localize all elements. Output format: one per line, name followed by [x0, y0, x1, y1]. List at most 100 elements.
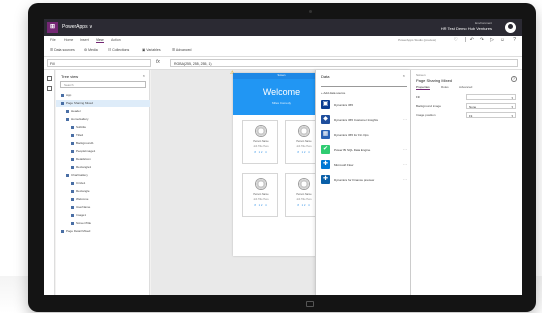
person-card[interactable]: Person Name Job Title Here 8 12 4 — [242, 173, 278, 217]
tree-item[interactable]: Page Detail Mixed — [56, 228, 150, 235]
close-icon[interactable]: × — [143, 73, 145, 78]
studio-label: PowerApps Studio (preview) — [398, 38, 436, 42]
property-label: Fill — [416, 95, 420, 99]
health-icon[interactable]: ♡ — [454, 37, 458, 43]
tree-item[interactable]: Subtitle — [56, 124, 150, 131]
ribbon-variables[interactable]: ▣ Variables — [142, 48, 161, 52]
person-photo — [298, 125, 310, 137]
connector-icon: ✚ — [321, 175, 330, 184]
undo-icon[interactable]: ↶ — [470, 37, 474, 43]
ribbon-advanced[interactable]: ☰ Advanced — [172, 48, 191, 52]
data-source-item[interactable]: ◆ Dynamics 365 Customer Insights … — [321, 114, 409, 126]
tab-advanced[interactable]: Advanced — [459, 85, 472, 89]
add-data-source-button[interactable]: + Add data source — [321, 91, 345, 95]
tree-item-label: Header — [71, 109, 81, 113]
control-icon — [71, 125, 74, 129]
app-launcher-icon[interactable]: ⊞ — [47, 22, 58, 33]
tab-properties[interactable]: Properties — [416, 85, 430, 90]
help-icon[interactable]: ? — [511, 76, 517, 82]
tree-item[interactable]: ScreenTitle — [56, 220, 150, 227]
separator: | — [464, 37, 466, 43]
property-row: Image position Fit ▾ — [416, 112, 518, 119]
environment-name[interactable]: HR Test Demo Hub Ventures — [441, 26, 492, 31]
person-card[interactable]: Person Name Job Title Here 8 12 4 — [242, 120, 278, 164]
connector-icon: ◆ — [321, 115, 330, 124]
ribbon-data-sources[interactable]: ☰ Data sources — [50, 48, 75, 52]
formula-input[interactable]: RGBA(255, 255, 255, 1) — [170, 59, 518, 67]
menu-insert[interactable]: Insert — [80, 38, 89, 42]
tree-item[interactable]: Header — [56, 108, 150, 115]
control-name: Page Sharing Mixed — [416, 78, 453, 83]
chevron-down-icon: ▾ — [511, 114, 513, 118]
more-options-icon[interactable]: … — [403, 116, 407, 121]
data-source-label: Dynamics 365 for Fin Ops — [334, 133, 369, 137]
ribbon-collections[interactable]: ☷ Collections — [108, 48, 129, 52]
app-name[interactable]: PowerApps ∨ — [62, 24, 93, 30]
tree-item[interactable]: Rectangle1 — [56, 164, 150, 171]
connector-icon: ▦ — [321, 130, 330, 139]
more-options-icon[interactable]: … — [403, 176, 407, 181]
control-icon — [66, 173, 69, 177]
property-dropdown[interactable]: Fill — [47, 59, 151, 67]
data-source-label: Power BI SQL Data Engine — [334, 148, 371, 152]
tree-item-label: Rectangle1 — [76, 165, 92, 169]
tree-item[interactable]: Title2 — [56, 132, 150, 139]
close-icon[interactable]: × — [403, 73, 405, 78]
preview-icon[interactable]: ▷ — [490, 37, 494, 43]
tree-item-label: UserName — [76, 205, 91, 209]
property-value[interactable]: ▾ — [466, 94, 516, 100]
more-options-icon[interactable]: … — [403, 161, 407, 166]
tree-item-label: Circle1 — [76, 181, 86, 185]
data-search-input[interactable] — [321, 81, 407, 87]
help-icon[interactable]: ? — [513, 37, 516, 43]
left-rail — [44, 70, 55, 295]
tab-rules[interactable]: Rules — [441, 85, 449, 89]
tree-item[interactable]: Page Sharing Mixed — [56, 100, 150, 107]
data-source-label: Dynamics 365 — [334, 103, 354, 107]
data-source-item[interactable]: ✔ Power BI SQL Data Engine… — [321, 144, 409, 156]
data-icon[interactable] — [47, 86, 52, 91]
data-source-item[interactable]: ▦ Dynamics 365 for Fin Ops — [321, 129, 409, 141]
tree-item[interactable]: Rectangle — [56, 188, 150, 195]
tree-item[interactable]: UserName — [56, 204, 150, 211]
checker-icon[interactable]: ☺ — [500, 37, 505, 43]
tree-item[interactable]: Image1 — [56, 212, 150, 219]
tree-item[interactable]: App — [56, 92, 150, 99]
tree-item-label: Image1 — [76, 213, 87, 217]
menu-action[interactable]: Action — [111, 38, 121, 42]
ribbon-media[interactable]: ⚙ Media — [84, 48, 98, 52]
person-title: Job Title Here — [253, 198, 269, 201]
more-options-icon[interactable]: … — [403, 146, 407, 151]
data-source-item[interactable]: ▣ Dynamics 365 — [321, 99, 409, 111]
tree-item-label: PeopleImage1 — [76, 149, 96, 153]
windows-button-icon — [306, 301, 314, 307]
tree-view-icon[interactable] — [47, 76, 52, 81]
powerapps-screen: ⊞ PowerApps ∨ Environment HR Test Demo H… — [44, 19, 522, 295]
control-icon — [61, 229, 64, 233]
formula-bar: Fill fx RGBA(255, 255, 255, 1) — [44, 57, 522, 70]
tree-item-label: Background1 — [76, 141, 94, 145]
title-bar: ⊞ PowerApps ∨ Environment HR Test Demo H… — [44, 19, 522, 36]
camera-dot — [309, 10, 312, 13]
tree-item[interactable]: ChartGallery — [56, 172, 150, 179]
data-source-item[interactable]: ✚ Dynamics for Finance preview… — [321, 174, 409, 186]
menu-home[interactable]: Home — [64, 38, 73, 42]
tree-item[interactable]: Welcome — [56, 196, 150, 203]
data-source-item[interactable]: ✚ Microsoft Flow… — [321, 159, 409, 171]
menu-file[interactable]: File — [50, 38, 56, 42]
user-avatar[interactable] — [505, 22, 516, 33]
property-value[interactable]: Fit ▾ — [466, 112, 516, 118]
tree-item[interactable]: HomeGallery — [56, 116, 150, 123]
menu-view[interactable]: View — [96, 38, 104, 43]
properties-panel: Screen Page Sharing Mixed ? Properties R… — [411, 70, 522, 295]
property-value[interactable]: None ▾ — [466, 103, 516, 109]
chevron-down-icon: ▾ — [511, 96, 513, 100]
redo-icon[interactable]: ↷ — [480, 37, 484, 43]
data-panel: Data × + Add data source ▣ Dynamics 365 ◆ D… — [315, 70, 411, 295]
tree-item[interactable]: DetailsIcon — [56, 156, 150, 163]
tree-item[interactable]: Circle1 — [56, 180, 150, 187]
tree-search-input[interactable]: Search — [60, 81, 146, 88]
tree-item[interactable]: PeopleImage1 — [56, 148, 150, 155]
data-source-label: Dynamics 365 Customer Insights — [334, 118, 379, 122]
tree-item[interactable]: Background1 — [56, 140, 150, 147]
